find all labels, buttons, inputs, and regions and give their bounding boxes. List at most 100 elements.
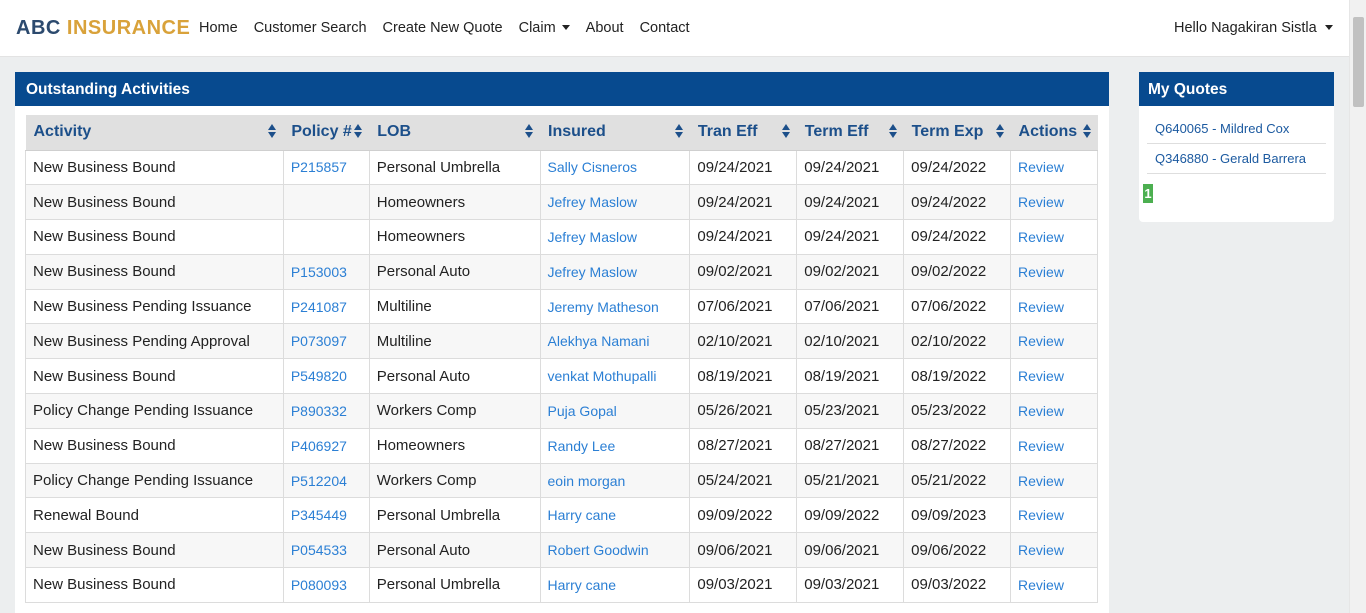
review-link[interactable]: Review	[1010, 497, 1098, 534]
nav-claim-dropdown[interactable]: Claim	[519, 20, 570, 36]
insured-link[interactable]: Puja Gopal	[540, 393, 691, 429]
activity-cell: New Business Bound	[25, 428, 284, 464]
column-header[interactable]: Term Exp	[903, 115, 1011, 151]
scrollbar-thumb[interactable]	[1353, 17, 1364, 107]
table-row: New Business Bound P080093 Personal Umbrel…	[25, 567, 1098, 603]
review-link[interactable]: Review	[1010, 254, 1098, 290]
insured-link[interactable]: Sally Cisneros	[540, 150, 691, 186]
column-header[interactable]: Insured	[540, 115, 690, 151]
lob-cell: Personal Umbrella	[369, 150, 541, 186]
review-link[interactable]: Review	[1010, 150, 1098, 186]
column-header[interactable]: Policy #	[283, 115, 370, 151]
column-header-label: Actions	[1018, 123, 1078, 141]
policy-link[interactable]: P345449	[283, 497, 370, 534]
insured-link[interactable]: Jefrey Maslow	[540, 184, 691, 221]
sort-icon[interactable]	[354, 124, 363, 140]
policy-link[interactable]: P153003	[283, 254, 370, 290]
sort-icon[interactable]	[781, 124, 791, 140]
term-eff-cell: 09/09/2022	[796, 497, 905, 534]
lob-cell: Homeowners	[369, 428, 541, 464]
user-menu-dropdown[interactable]: Hello Nagakiran Sistla	[1174, 20, 1333, 36]
tran-eff-cell: 09/24/2021	[689, 184, 798, 221]
review-link[interactable]: Review	[1010, 358, 1098, 395]
lob-cell: Multiline	[369, 323, 541, 360]
policy-link[interactable]: P549820	[283, 358, 370, 395]
column-header-label: Term Eff	[804, 123, 869, 141]
insured-link[interactable]: Alekhya Namani	[540, 323, 691, 360]
insured-link[interactable]: Randy Lee	[540, 428, 691, 464]
quote-link[interactable]: Q346880 - Gerald Barrera	[1147, 144, 1326, 174]
lob-cell: Personal Umbrella	[369, 497, 541, 534]
policy-link	[283, 184, 370, 221]
insured-link[interactable]: Harry cane	[540, 497, 691, 534]
insured-link[interactable]: venkat Mothupalli	[540, 358, 691, 395]
policy-link[interactable]: P890332	[283, 393, 370, 429]
review-link[interactable]: Review	[1010, 289, 1098, 325]
term-exp-cell: 09/02/2022	[903, 254, 1012, 290]
nav-links: Home Customer Search Create New Quote Cl…	[199, 20, 706, 36]
review-link[interactable]: Review	[1010, 428, 1098, 464]
review-link[interactable]: Review	[1010, 532, 1098, 569]
review-link[interactable]: Review	[1010, 567, 1098, 603]
user-greeting: Hello Nagakiran Sistla	[1174, 20, 1317, 36]
term-exp-cell: 05/23/2022	[903, 393, 1012, 429]
insured-link[interactable]: Jeremy Matheson	[540, 289, 691, 325]
review-link[interactable]: Review	[1010, 219, 1098, 255]
tran-eff-cell: 09/06/2021	[689, 532, 798, 569]
insured-link[interactable]: Jefrey Maslow	[540, 254, 691, 290]
pagination-page-1[interactable]: 1	[1143, 184, 1153, 203]
page-scrollbar[interactable]	[1349, 0, 1366, 613]
brand-logo[interactable]: ABC INSURANCE	[16, 17, 190, 40]
insured-link[interactable]: Robert Goodwin	[540, 532, 691, 569]
activity-cell: New Business Pending Approval	[25, 323, 284, 360]
sort-icon[interactable]	[995, 124, 1005, 140]
insured-link[interactable]: eoin morgan	[540, 463, 691, 499]
sort-icon[interactable]	[268, 124, 277, 140]
lob-cell: Personal Umbrella	[369, 567, 541, 603]
term-exp-cell: 08/19/2022	[903, 358, 1012, 395]
nav-claim-label: Claim	[518, 20, 556, 36]
column-header[interactable]: Actions	[1010, 115, 1098, 151]
nav-create-new-quote[interactable]: Create New Quote	[383, 20, 503, 36]
table-row: New Business Bound Homeowners Jefrey Maslo…	[25, 219, 1098, 255]
insured-link[interactable]: Harry cane	[540, 567, 691, 603]
sort-icon[interactable]	[525, 124, 534, 140]
insured-link[interactable]: Jefrey Maslow	[540, 219, 691, 255]
sort-icon[interactable]	[1082, 124, 1092, 140]
table-row: Renewal Bound P345449 Personal Umbrella Har…	[25, 497, 1098, 534]
review-link[interactable]: Review	[1010, 393, 1098, 429]
column-header[interactable]: LOB	[369, 115, 541, 151]
lob-cell: Workers Comp	[369, 393, 541, 429]
policy-link[interactable]: P512204	[283, 463, 370, 499]
term-exp-cell: 09/03/2022	[903, 567, 1012, 603]
column-header[interactable]: Activity	[25, 115, 284, 151]
nav-customer-search[interactable]: Customer Search	[254, 20, 367, 36]
policy-link[interactable]: P054533	[283, 532, 370, 569]
sort-icon[interactable]	[674, 124, 684, 140]
policy-link[interactable]: P080093	[283, 567, 370, 603]
review-link[interactable]: Review	[1010, 463, 1098, 499]
table-row: Policy Change Pending Issuance P890332 Wor…	[25, 393, 1098, 429]
policy-link[interactable]: P241087	[283, 289, 370, 325]
nav-home[interactable]: Home	[199, 20, 238, 36]
sort-icon[interactable]	[888, 124, 898, 140]
column-header[interactable]: Term Eff	[796, 115, 904, 151]
activity-cell: Policy Change Pending Issuance	[25, 393, 284, 429]
policy-link[interactable]: P406927	[283, 428, 370, 464]
term-exp-cell: 09/24/2022	[903, 150, 1012, 186]
column-header[interactable]: Tran Eff	[689, 115, 797, 151]
brand-insurance: INSURANCE	[66, 17, 191, 39]
term-exp-cell: 05/21/2022	[903, 463, 1012, 499]
review-link[interactable]: Review	[1010, 184, 1098, 221]
review-link[interactable]: Review	[1010, 323, 1098, 360]
policy-link[interactable]: P073097	[283, 323, 370, 360]
quote-link[interactable]: Q640065 - Mildred Cox	[1147, 114, 1326, 144]
nav-contact[interactable]: Contact	[640, 20, 690, 36]
outstanding-activities-panel: Outstanding Activities Activity Policy # L…	[15, 72, 1109, 613]
activity-cell: New Business Bound	[25, 358, 284, 395]
activity-cell: Renewal Bound	[25, 497, 284, 534]
tran-eff-cell: 09/02/2021	[689, 254, 798, 290]
policy-link[interactable]: P215857	[283, 150, 370, 186]
nav-about[interactable]: About	[586, 20, 624, 36]
column-header-label: Term Exp	[911, 123, 984, 141]
